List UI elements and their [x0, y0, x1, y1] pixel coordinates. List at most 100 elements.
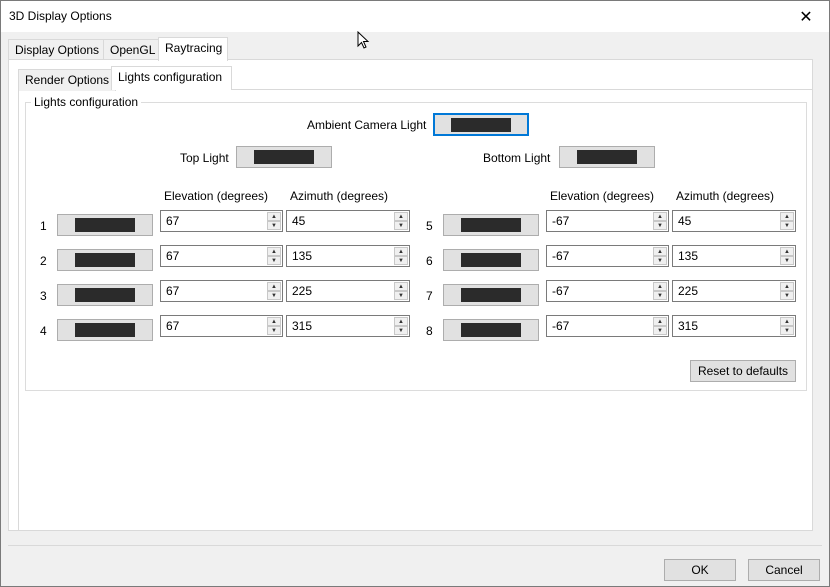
color-swatch — [451, 117, 511, 132]
spin-down-arrow-icon[interactable]: ▼ — [267, 221, 281, 230]
ambient-camera-light-color-button[interactable] — [433, 113, 529, 136]
spin-up-arrow-icon[interactable]: ▲ — [394, 282, 408, 291]
spin-buttons: ▲ ▼ — [267, 247, 281, 265]
spin-down-arrow-icon[interactable]: ▼ — [394, 291, 408, 300]
color-swatch — [75, 323, 135, 337]
color-swatch — [75, 253, 135, 267]
light-6-elevation-spinbox[interactable]: -67 ▲ ▼ — [546, 245, 669, 267]
spin-down-arrow-icon[interactable]: ▼ — [653, 326, 667, 335]
light-6-azimuth-spinbox[interactable]: 135 ▲ ▼ — [672, 245, 796, 267]
spin-up-arrow-icon[interactable]: ▲ — [780, 317, 794, 326]
light-7-color-button[interactable] — [443, 284, 539, 306]
light-8-elevation-spinbox[interactable]: -67 ▲ ▼ — [546, 315, 669, 337]
spin-down-arrow-icon[interactable]: ▼ — [780, 221, 794, 230]
light-5-azimuth-spinbox[interactable]: 45 ▲ ▼ — [672, 210, 796, 232]
spin-up-arrow-icon[interactable]: ▲ — [653, 282, 667, 291]
tab-display-options[interactable]: Display Options — [8, 39, 107, 61]
spin-up-arrow-icon[interactable]: ▲ — [394, 212, 408, 221]
spin-up-arrow-icon[interactable]: ▲ — [780, 282, 794, 291]
spin-down-arrow-icon[interactable]: ▼ — [394, 326, 408, 335]
light-3-azimuth-spinbox[interactable]: 225 ▲ ▼ — [286, 280, 410, 302]
light-3-elevation-spinbox[interactable]: 67 ▲ ▼ — [160, 280, 283, 302]
spin-up-arrow-icon[interactable]: ▲ — [267, 212, 281, 221]
reset-to-defaults-button[interactable]: Reset to defaults — [690, 360, 796, 382]
ambient-camera-light-label: Ambient Camera Light — [307, 118, 427, 132]
color-swatch — [254, 150, 314, 164]
light-2-color-button[interactable] — [57, 249, 153, 271]
light-1-azimuth-spinbox[interactable]: 45 ▲ ▼ — [286, 210, 410, 232]
spin-up-arrow-icon[interactable]: ▲ — [653, 247, 667, 256]
spin-down-arrow-icon[interactable]: ▼ — [780, 326, 794, 335]
color-swatch — [461, 323, 521, 337]
light-8-azimuth-spinbox[interactable]: 315 ▲ ▼ — [672, 315, 796, 337]
button-label: Reset to defaults — [697, 364, 789, 378]
light-6-number: 6 — [426, 254, 433, 268]
light-4-number: 4 — [40, 324, 47, 338]
spin-up-arrow-icon[interactable]: ▲ — [394, 317, 408, 326]
spin-down-arrow-icon[interactable]: ▼ — [780, 256, 794, 265]
spin-down-arrow-icon[interactable]: ▼ — [653, 221, 667, 230]
light-1-number: 1 — [40, 219, 47, 233]
light-5-color-button[interactable] — [443, 214, 539, 236]
light-6-color-button[interactable] — [443, 249, 539, 271]
spin-buttons: ▲ ▼ — [780, 247, 794, 265]
spin-down-arrow-icon[interactable]: ▼ — [267, 326, 281, 335]
spin-down-arrow-icon[interactable]: ▼ — [267, 256, 281, 265]
spin-down-arrow-icon[interactable]: ▼ — [780, 291, 794, 300]
tab-opengl[interactable]: OpenGL — [103, 39, 163, 61]
close-button[interactable]: ✕ — [783, 1, 829, 32]
spin-down-arrow-icon[interactable]: ▼ — [653, 256, 667, 265]
light-2-elevation-spinbox[interactable]: 67 ▲ ▼ — [160, 245, 283, 267]
spin-up-arrow-icon[interactable]: ▲ — [653, 317, 667, 326]
spin-down-arrow-icon[interactable]: ▼ — [394, 256, 408, 265]
light-1-elevation-spinbox[interactable]: 67 ▲ ▼ — [160, 210, 283, 232]
tab-render-options[interactable]: Render Options — [18, 69, 117, 91]
spinbox-value: 225 — [678, 284, 699, 298]
spinbox-value: 225 — [292, 284, 313, 298]
spin-buttons: ▲ ▼ — [780, 317, 794, 335]
tab-label: Render Options — [25, 73, 110, 87]
light-8-color-button[interactable] — [443, 319, 539, 341]
light-2-number: 2 — [40, 254, 47, 268]
light-8-number: 8 — [426, 324, 433, 338]
ok-button[interactable]: OK — [664, 559, 736, 581]
tab-label: Raytracing — [165, 41, 223, 55]
light-1-color-button[interactable] — [57, 214, 153, 236]
light-5-elevation-spinbox[interactable]: -67 ▲ ▼ — [546, 210, 669, 232]
top-light-color-button[interactable] — [236, 146, 332, 168]
light-4-color-button[interactable] — [57, 319, 153, 341]
spin-up-arrow-icon[interactable]: ▲ — [780, 247, 794, 256]
spin-up-arrow-icon[interactable]: ▲ — [653, 212, 667, 221]
cancel-button[interactable]: Cancel — [748, 559, 820, 581]
spin-up-arrow-icon[interactable]: ▲ — [267, 247, 281, 256]
spin-down-arrow-icon[interactable]: ▼ — [267, 291, 281, 300]
spin-down-arrow-icon[interactable]: ▼ — [394, 221, 408, 230]
spin-up-arrow-icon[interactable]: ▲ — [267, 282, 281, 291]
tab-lights-configuration[interactable]: Lights configuration — [111, 66, 232, 90]
spin-up-arrow-icon[interactable]: ▲ — [394, 247, 408, 256]
elevation-header-left: Elevation (degrees) — [164, 189, 269, 203]
bottom-light-color-button[interactable] — [559, 146, 655, 168]
spin-down-arrow-icon[interactable]: ▼ — [653, 291, 667, 300]
light-5-number: 5 — [426, 219, 433, 233]
tab-label: Lights configuration — [118, 70, 223, 84]
spin-up-arrow-icon[interactable]: ▲ — [780, 212, 794, 221]
bottom-light-label: Bottom Light — [483, 151, 551, 165]
spin-buttons: ▲ ▼ — [394, 212, 408, 230]
light-7-elevation-spinbox[interactable]: -67 ▲ ▼ — [546, 280, 669, 302]
color-swatch — [75, 288, 135, 302]
spinbox-value: 45 — [678, 214, 692, 228]
tab-raytracing[interactable]: Raytracing — [158, 37, 228, 61]
light-4-elevation-spinbox[interactable]: 67 ▲ ▼ — [160, 315, 283, 337]
spinbox-value: 45 — [292, 214, 306, 228]
spin-up-arrow-icon[interactable]: ▲ — [267, 317, 281, 326]
dialog-window: 3D Display Options ✕ Display Options Ope… — [0, 0, 830, 587]
light-2-azimuth-spinbox[interactable]: 135 ▲ ▼ — [286, 245, 410, 267]
spinbox-value: 315 — [678, 319, 699, 333]
spin-buttons: ▲ ▼ — [653, 247, 667, 265]
light-4-azimuth-spinbox[interactable]: 315 ▲ ▼ — [286, 315, 410, 337]
light-7-azimuth-spinbox[interactable]: 225 ▲ ▼ — [672, 280, 796, 302]
light-3-color-button[interactable] — [57, 284, 153, 306]
spin-buttons: ▲ ▼ — [394, 247, 408, 265]
footer-separator — [8, 545, 822, 546]
